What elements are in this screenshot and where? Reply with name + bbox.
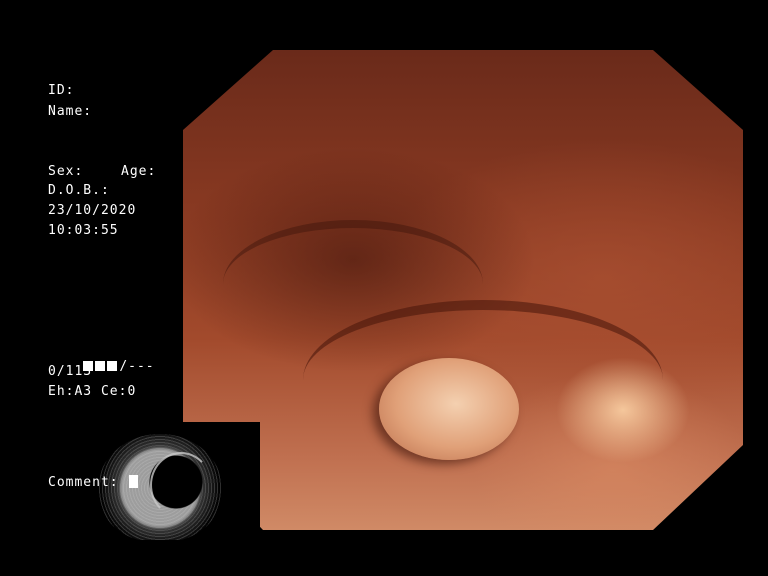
- counter-suffix: /---: [119, 359, 155, 374]
- text-cursor: [129, 475, 138, 488]
- subepithelial-lesion: [379, 358, 519, 460]
- sex-label: Sex:: [48, 164, 84, 179]
- exam-time: 10:03:55: [48, 223, 119, 238]
- endoscopic-view: [183, 50, 743, 530]
- ultrasound-wall: [150, 452, 212, 518]
- id-label: ID:: [48, 83, 75, 98]
- frame-count: 0/113: [48, 364, 93, 379]
- age-label: Age:: [121, 164, 157, 179]
- name-label: Name:: [48, 104, 93, 119]
- exam-date: 23/10/2020: [48, 203, 137, 218]
- dob-label: D.O.B.:: [48, 183, 110, 198]
- comment-label: Comment:: [48, 475, 119, 490]
- enhancement-settings: Eh:A3 Ce:0: [48, 384, 137, 399]
- endoscopy-screen: ID: Name: Sex: Age: D.O.B.: 23/10/2020 1…: [0, 0, 768, 576]
